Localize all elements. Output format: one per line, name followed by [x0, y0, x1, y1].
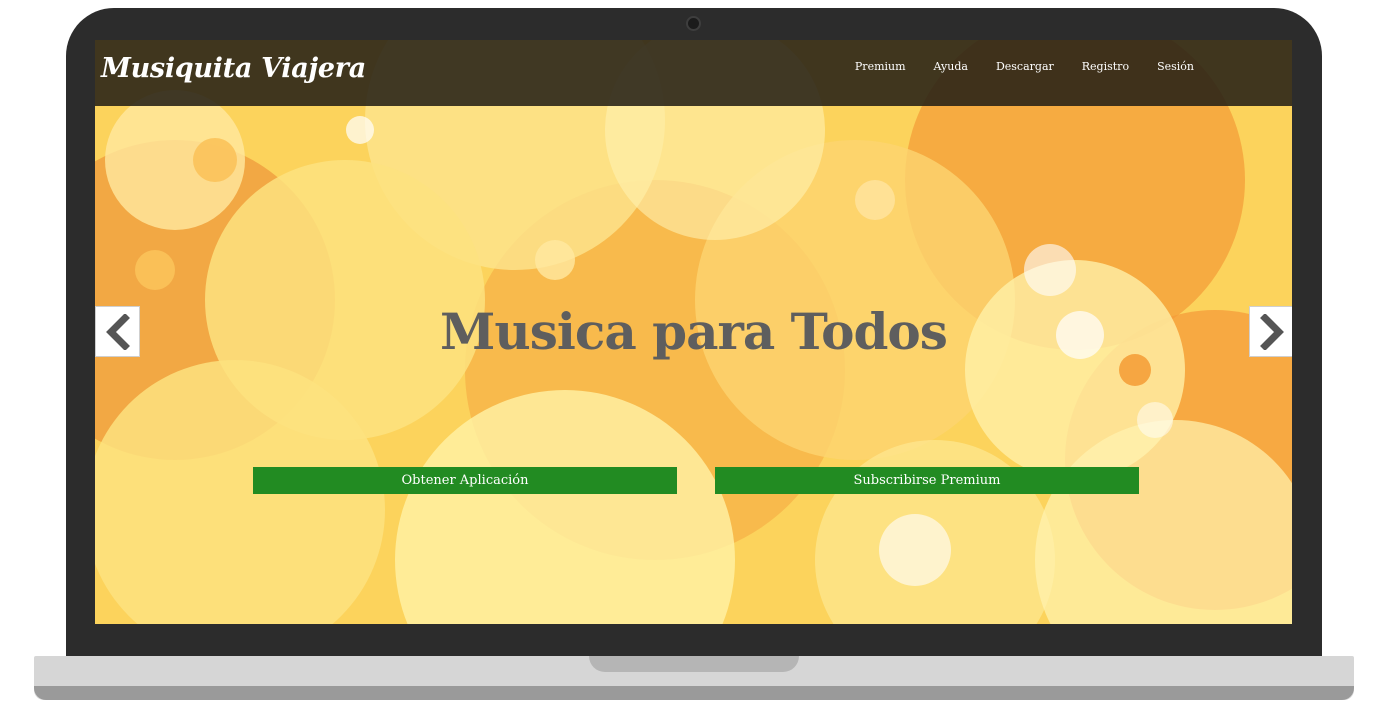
chevron-right-icon — [1259, 313, 1284, 350]
nav-link-descargar[interactable]: Descargar — [982, 60, 1068, 74]
hero-headline: Musica para Todos — [440, 302, 948, 361]
website-screen: Musiquita Viajera Premium Ayuda Descarga… — [95, 40, 1292, 624]
nav-link-ayuda[interactable]: Ayuda — [920, 60, 982, 74]
carousel-prev-button[interactable] — [95, 306, 140, 357]
nav-links: Premium Ayuda Descargar Registro Sesión — [841, 60, 1208, 74]
laptop-base-shadow — [34, 686, 1354, 700]
chevron-left-icon — [105, 313, 130, 350]
subscribe-premium-button[interactable]: Subscribirse Premium — [715, 467, 1139, 494]
top-navbar: Musiquita Viajera Premium Ayuda Descarga… — [95, 40, 1292, 106]
get-app-button[interactable]: Obtener Aplicación — [253, 467, 677, 494]
nav-link-registro[interactable]: Registro — [1068, 60, 1143, 74]
webcam — [686, 16, 701, 31]
laptop-mockup: Musiquita Viajera Premium Ayuda Descarga… — [0, 0, 1387, 728]
nav-link-sesion[interactable]: Sesión — [1143, 60, 1208, 74]
carousel-next-button[interactable] — [1249, 306, 1292, 357]
brand-logo[interactable]: Musiquita Viajera — [101, 53, 366, 84]
laptop-notch — [589, 656, 799, 672]
nav-link-premium[interactable]: Premium — [841, 60, 920, 74]
